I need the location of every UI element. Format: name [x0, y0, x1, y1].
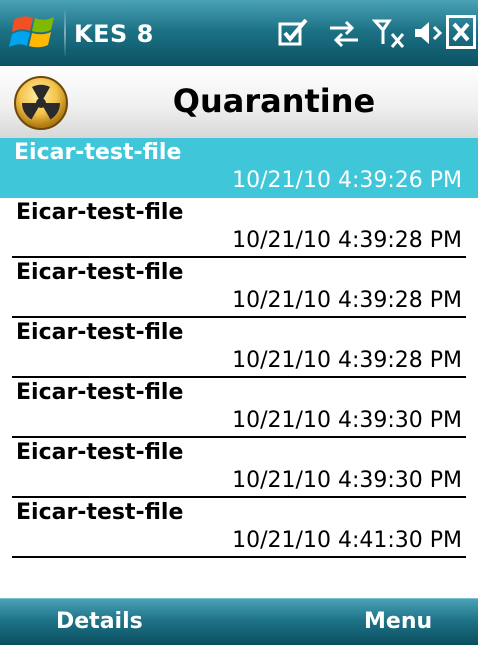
- list-item[interactable]: Eicar-test-file 10/21/10 4:39:26 PM: [0, 138, 478, 198]
- app-name: KES 8: [74, 20, 154, 48]
- item-date: 10/21/10 4:39:30 PM: [232, 468, 462, 493]
- item-name: Eicar-test-file: [16, 440, 184, 465]
- quarantine-list: Eicar-test-file 10/21/10 4:39:26 PM Eica…: [0, 138, 478, 558]
- list-item[interactable]: Eicar-test-file 10/21/10 4:39:30 PM: [12, 438, 466, 498]
- signal-off-icon[interactable]: [372, 16, 408, 50]
- radiation-icon: [12, 74, 70, 132]
- list-item[interactable]: Eicar-test-file 10/21/10 4:39:28 PM: [12, 258, 466, 318]
- item-name: Eicar-test-file: [16, 320, 184, 345]
- page-header: Quarantine: [0, 66, 478, 139]
- item-name: Eicar-test-file: [16, 200, 184, 225]
- item-date: 10/21/10 4:39:26 PM: [232, 168, 462, 193]
- status-bar: KES 8: [0, 0, 478, 67]
- softkey-bar: Details Menu: [0, 598, 478, 645]
- item-name: Eicar-test-file: [16, 500, 184, 525]
- menu-softkey[interactable]: Menu: [364, 609, 432, 634]
- page-title: Quarantine: [172, 82, 376, 120]
- item-date: 10/21/10 4:39:28 PM: [232, 348, 462, 373]
- task-checkbox-icon[interactable]: [276, 16, 312, 50]
- item-date: 10/21/10 4:39:28 PM: [232, 228, 462, 253]
- windows-start-icon[interactable]: [8, 10, 62, 56]
- data-connection-icon[interactable]: [326, 16, 362, 50]
- item-date: 10/21/10 4:41:30 PM: [232, 528, 462, 553]
- item-date: 10/21/10 4:39:28 PM: [232, 288, 462, 313]
- speaker-muted-icon[interactable]: [412, 16, 444, 50]
- close-icon[interactable]: [446, 14, 476, 50]
- start-divider: [64, 10, 66, 56]
- item-date: 10/21/10 4:39:30 PM: [232, 408, 462, 433]
- details-softkey[interactable]: Details: [56, 609, 143, 634]
- item-name: Eicar-test-file: [16, 380, 184, 405]
- item-name: Eicar-test-file: [14, 140, 182, 165]
- item-name: Eicar-test-file: [16, 260, 184, 285]
- list-item[interactable]: Eicar-test-file 10/21/10 4:39:28 PM: [12, 198, 466, 258]
- list-item[interactable]: Eicar-test-file 10/21/10 4:39:30 PM: [12, 378, 466, 438]
- list-item[interactable]: Eicar-test-file 10/21/10 4:41:30 PM: [12, 498, 466, 558]
- list-item[interactable]: Eicar-test-file 10/21/10 4:39:28 PM: [12, 318, 466, 378]
